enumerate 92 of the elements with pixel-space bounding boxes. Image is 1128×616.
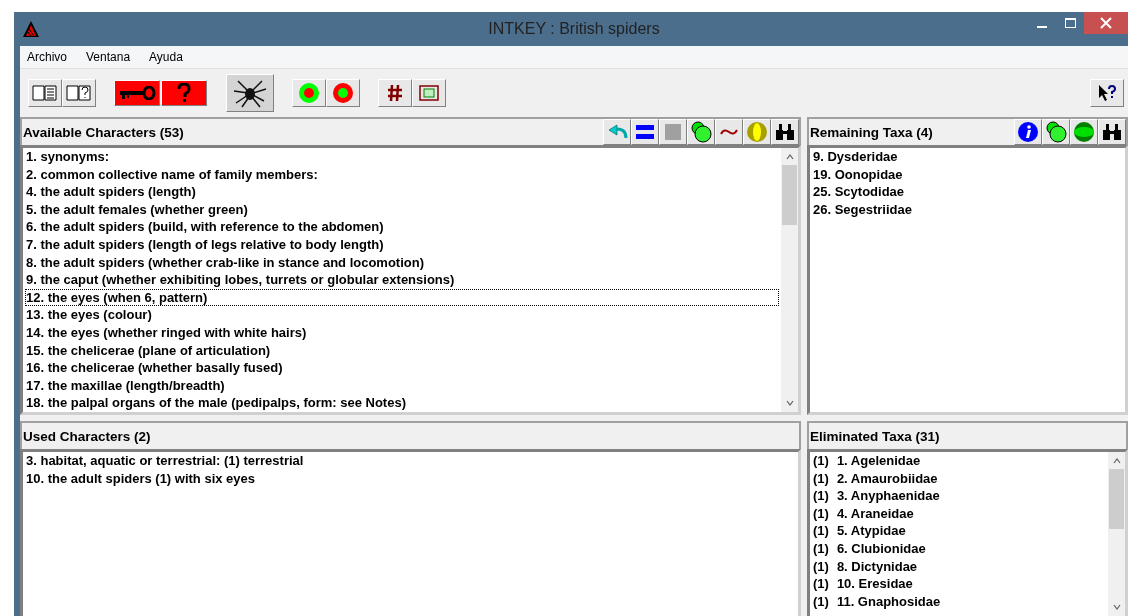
taxon-item[interactable]: 8. Dictynidae [836, 558, 918, 575]
tilde-icon [720, 127, 738, 137]
character-item[interactable]: 9. the caput (whether exhibiting lobes, turrets or globular extensions) [25, 271, 779, 289]
key-icon [118, 86, 156, 100]
scrollbar[interactable] [781, 148, 798, 412]
binoculars-icon [1102, 122, 1122, 142]
help-pointer-icon [1097, 84, 1117, 102]
character-item[interactable]: 7. the adult spiders (length of legs relative to body length) [25, 235, 779, 254]
close-icon [1100, 17, 1112, 29]
taxon-item[interactable]: 25. Scytodidae [812, 183, 1123, 201]
oval-icon [746, 121, 768, 143]
window-title: INTKEY : British spiders [488, 20, 660, 38]
character-item[interactable]: 8. the adult spiders (whether crab-like in stance and locomotion) [25, 253, 779, 272]
toolbar-button[interactable] [62, 79, 96, 107]
scroll-thumb[interactable] [1109, 469, 1124, 529]
taxon-item[interactable]: 5. Atypidae [836, 523, 906, 539]
pane-title: Used Characters (2) [22, 428, 151, 444]
taxon-code: (1) [813, 593, 829, 610]
taxon-item[interactable]: 1. Agelenidae [836, 453, 921, 469]
help-pointer-button[interactable] [1090, 79, 1124, 107]
character-item[interactable]: 18. the palpal organs of the male (pedipalps, form: see Notes) [25, 394, 779, 412]
info-icon [1017, 121, 1039, 143]
close-button[interactable] [1084, 12, 1128, 34]
equals-icon [636, 123, 654, 141]
taxon-item[interactable]: 9. Dysderidae [812, 148, 1123, 166]
taxon-item[interactable]: 11. Gnaphosidae [836, 593, 941, 610]
character-item[interactable]: 3. habitat, aquatic or terrestrial: (1) terrestrial [25, 452, 796, 470]
toolbar-button[interactable] [28, 79, 62, 107]
tool-button[interactable] [1042, 119, 1070, 145]
binoculars-icon [775, 122, 795, 142]
toolbar-button[interactable] [378, 79, 412, 107]
taxon-code: (1) [813, 540, 829, 557]
taxon-item[interactable]: 3. Anyphaenidae [836, 488, 940, 504]
taxon-code: (1) [813, 470, 829, 487]
undo-arrow-icon [606, 124, 628, 140]
character-item[interactable]: 16. the chelicerae (whether basally fused) [25, 359, 779, 377]
character-item[interactable]: 12. the eyes (when 6, pattern) [25, 288, 779, 307]
maximize-icon [1064, 18, 1076, 28]
pane-title: Remaining Taxa (4) [809, 124, 933, 140]
character-item[interactable]: 2. common collective name of family members: [25, 165, 779, 184]
character-item[interactable]: 14. the eyes (whether ringed with white hairs) [25, 323, 779, 342]
taxon-code: (1) [813, 558, 829, 575]
taxon-item[interactable]: 6. Clubionidae [836, 540, 926, 557]
character-item[interactable]: 1. synonyms: [25, 148, 779, 166]
character-item[interactable]: 13. the eyes (colour) [25, 306, 779, 324]
character-item[interactable]: 10. the adult spiders (1) with six eyes [25, 469, 796, 488]
taxon-item[interactable]: 4. Araneidae [836, 505, 914, 522]
frame-icon [419, 85, 439, 101]
hash-icon [387, 84, 403, 102]
toolbar-button[interactable] [161, 80, 207, 106]
toolbar-button[interactable] [412, 79, 446, 107]
pane-title: Available Characters (53) [22, 124, 184, 140]
scroll-thumb[interactable] [782, 165, 797, 225]
taxon-code: (1) [813, 488, 829, 504]
taxon-code: (1) [813, 505, 829, 522]
spider-icon [232, 77, 268, 109]
pane-title: Eliminated Taxa (31) [809, 428, 940, 444]
taxon-code: (1) [813, 523, 829, 539]
taxon-code: (1) [813, 453, 829, 469]
ring-icon [298, 82, 320, 104]
character-item[interactable]: 4. the adult spiders (length) [25, 183, 779, 201]
circles-icon [690, 121, 712, 143]
character-item[interactable]: 6. the adult spiders (build, with reference to the abdomen) [25, 218, 779, 236]
toolbar-button[interactable] [226, 74, 274, 112]
tool-button[interactable] [1014, 119, 1042, 145]
square-icon [665, 124, 681, 140]
menu-item[interactable]: Archivo [25, 50, 69, 64]
tool-button[interactable] [631, 119, 659, 145]
character-item[interactable]: 15. the chelicerae (plane of articulation) [25, 341, 779, 360]
ring-icon [332, 82, 354, 104]
menu-item[interactable]: Ayuda [147, 50, 185, 64]
scrollbar[interactable] [1108, 452, 1125, 616]
tool-button[interactable] [687, 119, 715, 145]
app-logo-icon [22, 20, 40, 38]
toolbar-button[interactable] [114, 80, 160, 106]
character-item[interactable]: 17. the maxillae (length/breadth) [25, 376, 779, 395]
menu-item[interactable]: Ventana [84, 50, 133, 64]
book-list-icon [32, 84, 58, 102]
circles-icon [1045, 121, 1067, 143]
taxon-item[interactable]: 26. Segestriidae [812, 200, 1123, 219]
character-item[interactable]: 5. the adult females (whether green) [25, 200, 779, 219]
question-icon [176, 83, 192, 103]
taxon-code: (1) [813, 576, 829, 592]
tool-button[interactable] [715, 119, 743, 145]
minimize-icon [1037, 25, 1047, 28]
tool-button[interactable] [771, 119, 799, 145]
oval-icon [1073, 121, 1095, 143]
taxon-item[interactable]: 2. Amaurobiidae [836, 470, 938, 487]
tool-button[interactable] [1098, 119, 1126, 145]
taxon-item[interactable]: 19. Oonopidae [812, 165, 1123, 184]
book-help-icon [66, 84, 92, 102]
taxon-item[interactable]: 10. Eresidae [836, 576, 913, 592]
